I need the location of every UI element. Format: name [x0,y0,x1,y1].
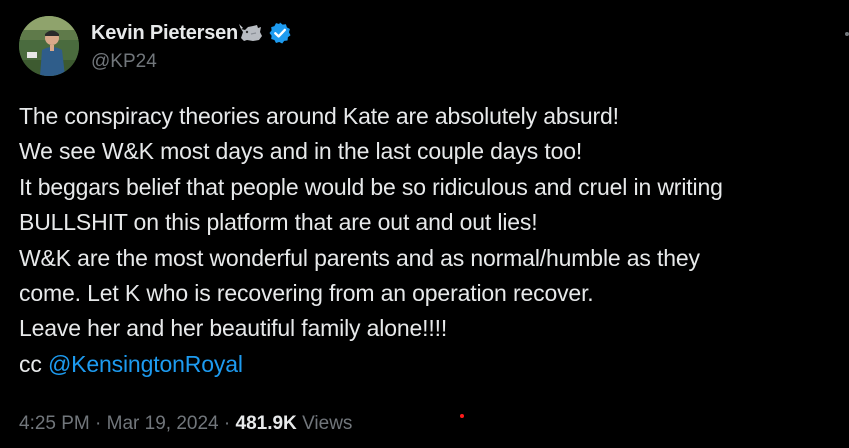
avatar[interactable] [19,16,79,76]
meta-separator: · [218,413,236,434]
tweet-line: BULLSHIT on this platform that are out a… [19,209,538,236]
more-options-icon[interactable] [837,22,849,42]
red-dot [460,414,464,418]
views-label: Views [296,413,353,434]
tweet-line: The conspiracy theories around Kate are … [19,103,619,129]
display-name[interactable]: Kevin Pietersen [91,22,238,45]
tweet-time[interactable]: 4:25 PM [19,413,90,434]
tweet-date[interactable]: Mar 19, 2024 [107,413,219,434]
tweet-text: The conspiracy theories around Kate are … [19,99,849,382]
tweet-line: It beggars belief that people would be s… [19,173,723,200]
tweet-line: W&K are the most wonderful parents and a… [19,244,700,271]
tweet-line: Leave her and her beautiful family alone… [19,315,448,342]
views-count: 481.9K [235,413,297,434]
verified-badge-icon[interactable] [268,21,292,45]
tweet-line: We see W&K most days and in the last cou… [19,138,583,165]
tweet-line: come. Let K who is recovering from an op… [19,280,594,307]
tweet-meta: 4:25 PM · Mar 19, 2024 · 481.9K Views [19,413,352,435]
rhino-emoji-icon [239,22,264,44]
tweet-card: Kevin Pietersen @KP24 The conspiracy the… [0,0,849,448]
meta-separator: · [89,413,107,434]
cc-prefix: cc [19,350,48,377]
author-handle[interactable]: @KP24 [91,51,157,73]
author-name-row[interactable]: Kevin Pietersen [91,19,292,47]
mention-link[interactable]: @KensingtonRoyal [48,351,243,377]
cc-line: cc @KensingtonRoyal [19,347,849,382]
